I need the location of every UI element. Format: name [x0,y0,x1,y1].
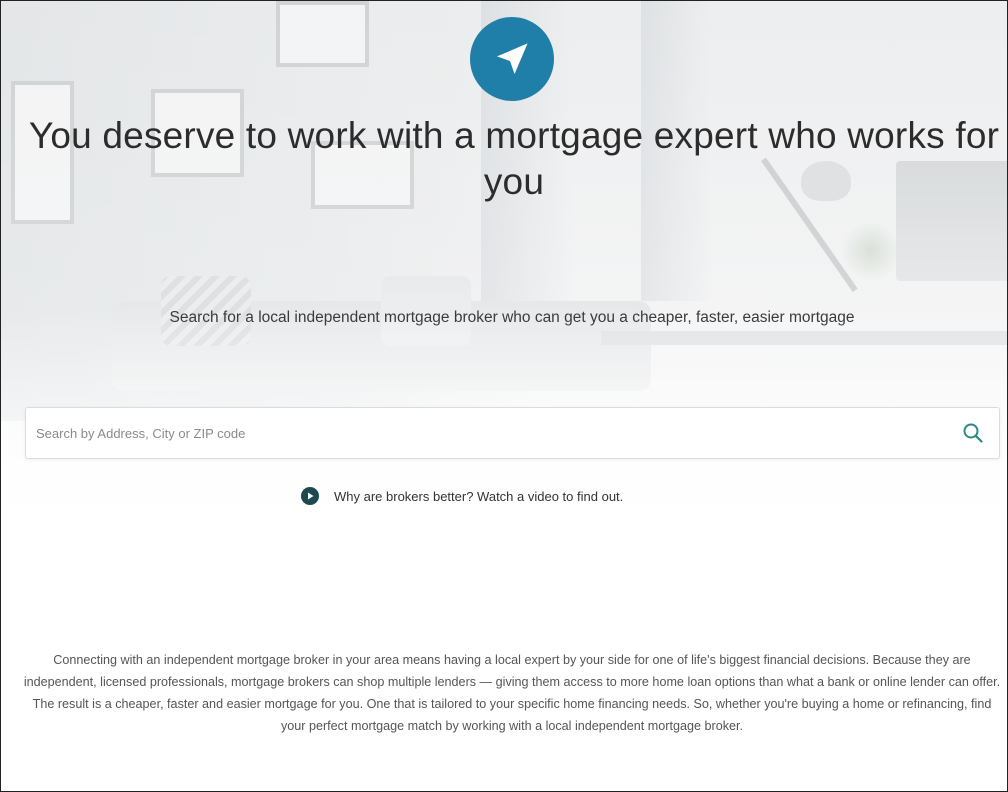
page-subheadline: Search for a local independent mortgage … [169,309,855,326]
navigation-arrow-logo [470,17,554,101]
search-bar [25,407,1000,459]
watch-video-label: Why are brokers better? Watch a video to… [334,488,624,504]
navigation-arrow-icon [496,43,528,75]
description-paragraph: Connecting with an independent mortgage … [23,653,1001,733]
search-input[interactable] [26,408,947,458]
play-icon [301,487,319,505]
search-icon [963,423,983,443]
search-button[interactable] [947,407,999,459]
page-headline: You deserve to work with a mortgage expe… [28,115,1000,202]
page-frame: You deserve to work with a mortgage expe… [0,0,1008,792]
watch-video-link[interactable]: Why are brokers better? Watch a video to… [301,487,623,505]
